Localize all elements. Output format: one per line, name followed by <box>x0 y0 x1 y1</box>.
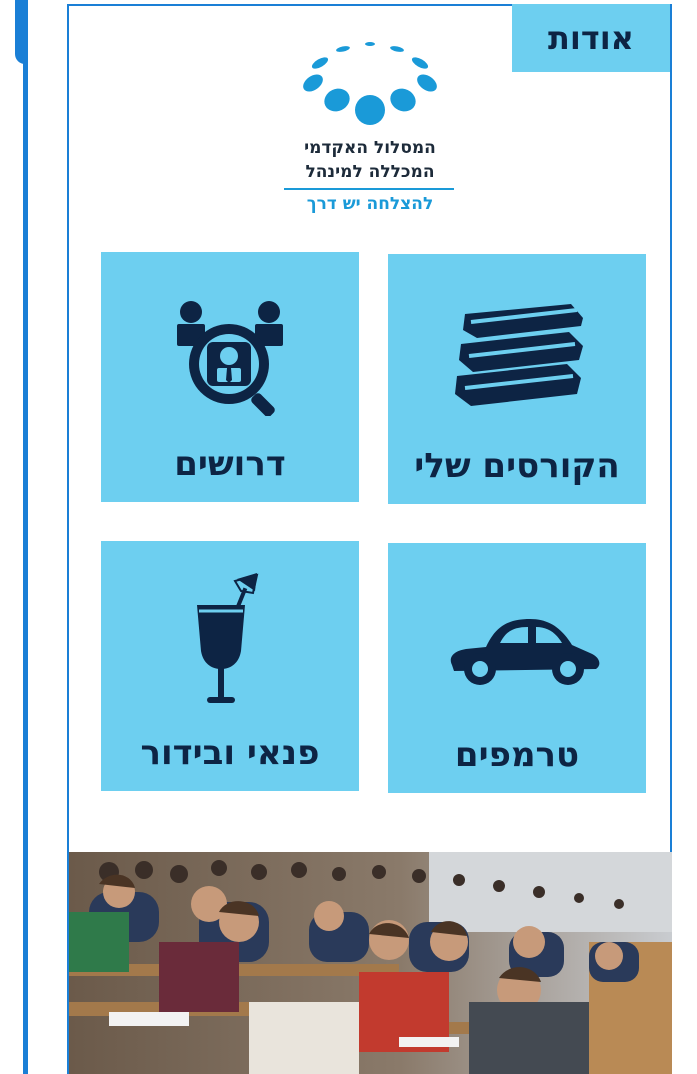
lecture-hall-photo <box>69 852 672 1074</box>
tile-jobs[interactable]: דרושים <box>101 252 359 502</box>
logo-title-line1: המסלול האקדמי <box>304 138 436 158</box>
logo-dots-icon <box>303 42 437 125</box>
tile-rides[interactable]: טרמפים <box>388 543 646 793</box>
tile-rides-label: טרמפים <box>454 735 580 775</box>
tile-leisure-label: פנאי ובידור <box>140 733 320 773</box>
cocktail-icon <box>197 573 259 703</box>
logo-tagline: להצלחה יש דרך <box>306 194 434 214</box>
tile-leisure[interactable]: פנאי ובידור <box>101 541 359 791</box>
left-tab-handle[interactable] <box>15 0 27 64</box>
lecture-hall-illustration <box>69 852 672 1074</box>
car-icon <box>450 619 600 685</box>
left-scroll-rail <box>23 0 28 1074</box>
job-search-icon <box>177 301 283 416</box>
tile-jobs-label: דרושים <box>174 444 286 484</box>
books-icon <box>455 304 583 406</box>
tile-my-courses[interactable]: הקורסים שלי <box>388 254 646 504</box>
college-logo: המסלול האקדמי המכללה למינהל להצלחה יש דר… <box>280 38 460 228</box>
logo-divider <box>284 188 454 190</box>
about-button[interactable]: אודות <box>512 4 670 72</box>
tile-my-courses-label: הקורסים שלי <box>414 446 620 486</box>
logo-title-line2: המכללה למינהל <box>305 162 435 182</box>
